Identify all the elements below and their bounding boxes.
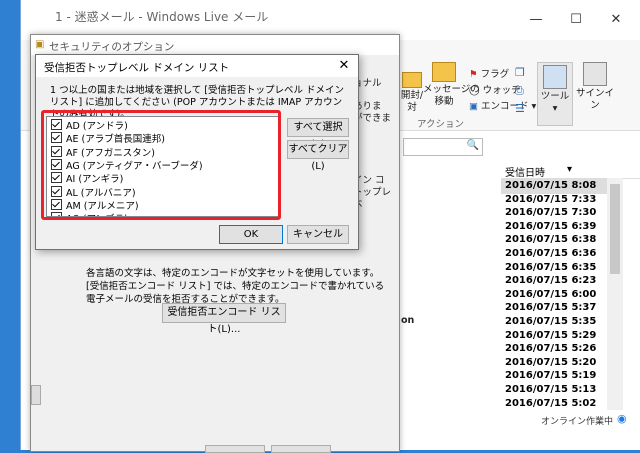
list-header[interactable]: 受信日時 ▾ [501, 162, 640, 179]
encode-icon: ▣ [469, 101, 478, 112]
copy-icon[interactable]: ❐ [515, 66, 525, 79]
message-list-scrollbar[interactable] [607, 178, 623, 410]
flag-button[interactable]: ⚑ フラグ [469, 66, 509, 80]
highlight-box [41, 110, 281, 220]
search-icon[interactable]: 🔍 [467, 140, 479, 151]
message-date[interactable]: 2016/07/15 5:20 [505, 357, 596, 368]
tools-icon [543, 65, 567, 89]
encode-button[interactable]: ▣ エンコード ▾ [469, 98, 536, 112]
ok-button[interactable]: OK [219, 225, 283, 244]
clear-all-button[interactable]: すべてクリア(L) [287, 140, 349, 172]
bottom-button-1[interactable] [205, 445, 265, 453]
search-input[interactable]: 🔍 [403, 138, 483, 156]
close-icon[interactable]: ✕ [601, 12, 631, 27]
message-date[interactable]: 2016/07/15 5:35 [505, 316, 596, 327]
security-dialog-titlebar: ▣ セキュリティのオプション [31, 35, 399, 55]
action-group-label: アクション [417, 119, 465, 130]
glasses-icon: ◯ [469, 85, 480, 96]
envelope-icon [402, 72, 422, 88]
sort-down-icon: ▾ [567, 164, 573, 175]
tld-dialog-titlebar: 受信拒否トップレベル ドメイン リスト ✕ [36, 55, 358, 77]
left-partial-control [31, 385, 41, 405]
message-date[interactable]: 2016/07/15 5:13 [505, 384, 596, 395]
main-window-title: 1 - 迷惑メール - Windows Live メール [55, 10, 269, 24]
message-date[interactable]: 2016/07/15 5:26 [505, 343, 596, 354]
select-all-button[interactable]: すべて選択(S) [287, 118, 349, 150]
window-icon: ▣ [35, 39, 45, 50]
message-date[interactable]: 2016/07/15 6:35 [505, 262, 596, 273]
flag-icon: ⚑ [469, 69, 478, 80]
minimize-icon[interactable]: — [521, 12, 551, 27]
message-date[interactable]: 2016/07/15 7:30 [505, 207, 596, 218]
maximize-icon[interactable]: ☐ [561, 12, 591, 27]
move-message-button[interactable]: メッセージの 移動 [423, 62, 480, 108]
online-status: オンライン作業中 [541, 417, 614, 427]
message-date[interactable]: 2016/07/15 6:39 [505, 221, 596, 232]
close-icon[interactable]: ✕ [334, 58, 354, 73]
partial-text-3: on [401, 315, 415, 326]
message-date[interactable]: 2016/07/15 5:29 [505, 330, 596, 341]
folder-icon [432, 62, 456, 82]
message-date[interactable]: 2016/07/15 6:36 [505, 248, 596, 259]
message-date[interactable]: 2016/07/15 5:37 [505, 302, 596, 313]
print-icon[interactable]: ⎙ [515, 84, 524, 98]
message-date[interactable]: 2016/07/15 6:00 [505, 289, 596, 300]
online-globe-icon: ◉ [617, 412, 627, 425]
person-icon [583, 62, 607, 86]
security-dialog-title: セキュリティのオプション [49, 41, 175, 53]
status-bar: オンライン作業中 ◉ [501, 412, 640, 428]
message-date[interactable]: 2016/07/15 5:02 [505, 398, 596, 409]
main-titlebar: 1 - 迷惑メール - Windows Live メール — ☐ ✕ [21, 0, 640, 36]
message-date[interactable]: 2016/07/15 6:38 [505, 234, 596, 245]
addressbook-icon[interactable]: ☰ [515, 102, 525, 115]
message-date[interactable]: 2016/07/15 5:19 [505, 370, 596, 381]
message-date[interactable]: 2016/07/15 8:08 [505, 180, 596, 191]
message-date[interactable]: 2016/07/15 6:23 [505, 275, 596, 286]
watch-button[interactable]: ◯ ウォッチ [469, 82, 521, 96]
bottom-button-2[interactable] [271, 445, 331, 453]
scroll-thumb[interactable] [610, 184, 620, 274]
tools-button[interactable]: ツール ▾ [537, 62, 573, 126]
received-date-header[interactable]: 受信日時 [505, 164, 545, 179]
encode-description: 各言語の文字は、特定のエンコードが文字セットを使用しています。[受信拒否エンコー… [86, 268, 385, 305]
tld-dialog-title: 受信拒否トップレベル ドメイン リスト [44, 62, 230, 74]
message-date[interactable]: 2016/07/15 7:33 [505, 194, 596, 205]
cancel-button[interactable]: キャンセル [287, 225, 349, 244]
signin-button[interactable]: サインイン [573, 62, 617, 112]
blocked-encode-list-button[interactable]: 受信拒否エンコード リスト(L)... [162, 303, 286, 335]
